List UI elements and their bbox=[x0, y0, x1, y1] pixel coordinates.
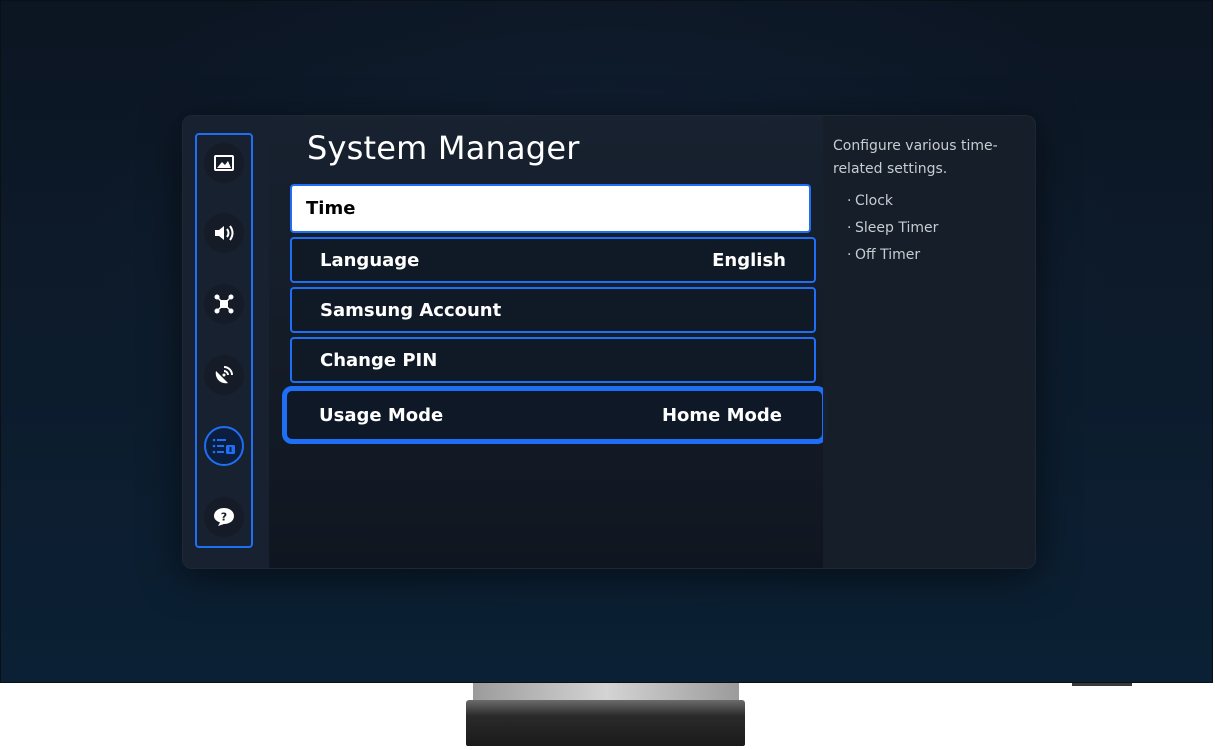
settings-panel: ? System Manager Time Language English S… bbox=[182, 115, 1036, 569]
info-bullet-list: Clock Sleep Timer Off Timer bbox=[847, 188, 938, 269]
sidebar-item-sound[interactable] bbox=[204, 213, 244, 253]
menu-item-label: Change PIN bbox=[320, 349, 438, 371]
sidebar-item-general[interactable] bbox=[204, 426, 244, 466]
general-list-icon bbox=[212, 438, 235, 454]
support-icon: ? bbox=[214, 508, 234, 526]
broadcast-icon bbox=[215, 366, 233, 384]
menu-item-usage-mode[interactable]: Usage Mode Home Mode bbox=[282, 386, 827, 444]
menu-item-label: Usage Mode bbox=[319, 404, 444, 426]
menu-item-label: Samsung Account bbox=[320, 299, 502, 321]
tv-stand-base bbox=[466, 700, 745, 746]
sidebar-item-picture[interactable] bbox=[204, 143, 244, 183]
connection-icon bbox=[214, 294, 234, 314]
menu-item-samsung-account[interactable]: Samsung Account bbox=[290, 287, 816, 333]
tv-stand-neck bbox=[473, 683, 739, 701]
menu-item-value: Home Mode bbox=[661, 404, 782, 426]
info-panel bbox=[823, 116, 1035, 568]
sound-icon bbox=[215, 225, 234, 241]
info-bullet: Off Timer bbox=[847, 242, 938, 269]
tv-screen: ? System Manager Time Language English S… bbox=[0, 0, 1213, 683]
info-description: Configure various time-related settings. bbox=[833, 138, 998, 177]
menu-item-time[interactable]: Time bbox=[290, 184, 811, 233]
picture-icon bbox=[214, 155, 234, 171]
menu-item-language[interactable]: Language English bbox=[290, 237, 816, 283]
tv-foot bbox=[1072, 683, 1132, 686]
info-bullet: Sleep Timer bbox=[847, 215, 938, 242]
menu-item-label: Language bbox=[320, 249, 420, 271]
menu-item-label: Time bbox=[306, 198, 356, 219]
info-bullet: Clock bbox=[847, 188, 938, 215]
sidebar-item-support[interactable]: ? bbox=[204, 497, 244, 537]
sidebar-item-connection[interactable] bbox=[204, 284, 244, 324]
menu-item-change-pin[interactable]: Change PIN bbox=[290, 337, 816, 383]
sidebar-focus-frame bbox=[195, 133, 253, 548]
page-title: System Manager bbox=[307, 129, 580, 167]
sidebar-item-broadcasting[interactable] bbox=[204, 355, 244, 395]
menu-item-value: English bbox=[712, 249, 786, 271]
svg-text:?: ? bbox=[221, 511, 227, 524]
